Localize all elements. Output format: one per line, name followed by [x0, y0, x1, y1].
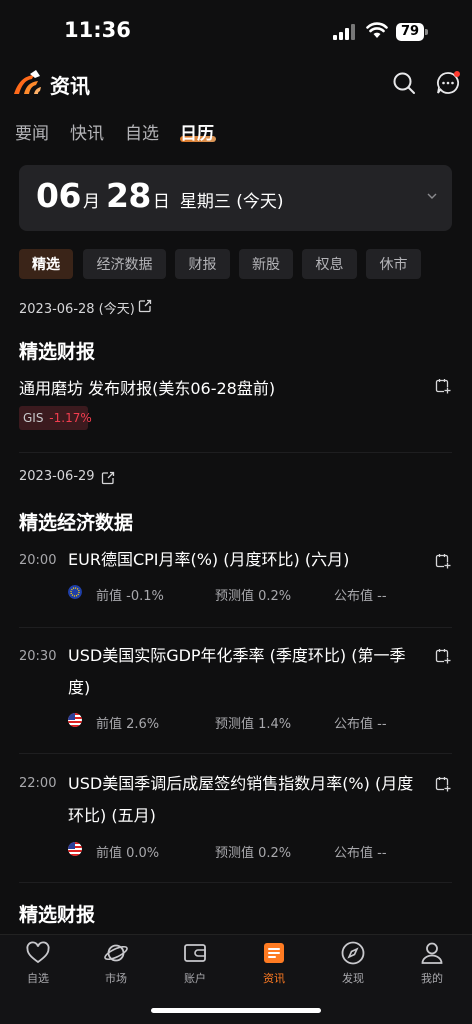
filter-chip-dividends[interactable]: 权息 [302, 249, 357, 279]
add-to-calendar-icon[interactable] [435, 776, 451, 792]
news-icon [264, 943, 284, 963]
user-icon [421, 942, 443, 964]
battery-icon: 79 [396, 23, 428, 41]
filter-chip-featured[interactable]: 精选 [19, 249, 73, 279]
nav-item-news[interactable]: 资讯 [244, 940, 304, 986]
stock-ticker: GIS [23, 411, 44, 425]
message-icon[interactable] [435, 70, 461, 96]
previous-value: 前值 -0.1% [96, 589, 164, 604]
earnings-event-title[interactable]: 通用磨坊 发布财报(美东06-28盘前) [19, 375, 275, 399]
nav-item-me[interactable]: 我的 [402, 940, 462, 986]
previous-value: 前值 0.0% [96, 846, 160, 861]
nav-item-market[interactable]: 市场 [86, 940, 146, 986]
nav-label: 发现 [342, 972, 364, 985]
compass-icon [341, 941, 365, 965]
day-unit: 日 [152, 192, 170, 212]
section-title-earnings: 精选财报 [19, 904, 96, 926]
share-icon[interactable] [101, 471, 115, 485]
us-flag-icon [68, 842, 82, 856]
forecast-value: 预测值 0.2% [215, 589, 292, 604]
battery-level: 79 [396, 23, 424, 41]
nav-label: 资讯 [263, 972, 285, 985]
add-to-calendar-icon[interactable] [435, 378, 451, 394]
nav-label: 我的 [421, 972, 443, 985]
actual-value: 公布值 -- [334, 846, 387, 861]
row-divider [19, 753, 452, 754]
section-title-economic-data: 精选经济数据 [19, 512, 134, 534]
actual-value: 公布值 -- [334, 589, 387, 604]
filter-chip-holidays[interactable]: 休市 [366, 249, 421, 279]
date-header: 2023-06-29 [19, 469, 95, 484]
stock-change-percent: -1.17% [49, 411, 92, 425]
day-number: 28 [105, 176, 151, 215]
cellular-signal-icon [333, 24, 355, 40]
month-unit: 月 [82, 192, 100, 212]
app-logo-icon [14, 70, 41, 94]
nav-item-account[interactable]: 账户 [165, 940, 225, 986]
planet-icon [104, 944, 128, 962]
home-indicator[interactable] [151, 1008, 321, 1013]
tab-calendar[interactable]: 日历 [180, 119, 214, 144]
nav-label: 自选 [27, 972, 49, 985]
section-title-earnings: 精选财报 [19, 341, 96, 363]
month-number: 06 [36, 176, 81, 215]
wifi-icon [366, 22, 388, 38]
actual-value: 公布值 -- [334, 717, 387, 732]
heart-icon [26, 941, 50, 964]
add-to-calendar-icon[interactable] [435, 648, 451, 664]
eu-flag-icon [68, 585, 82, 599]
event-time: 20:30 [19, 649, 57, 664]
share-icon[interactable] [138, 299, 152, 313]
date-header: 2023-06-28 (今天) [19, 302, 135, 317]
event-title[interactable]: USD美国季调后成屋签约销售指数月率(%) (月度环比) (五月) [68, 768, 418, 832]
add-to-calendar-icon[interactable] [435, 553, 451, 569]
nav-item-discover[interactable]: 发现 [323, 940, 383, 986]
tab-flash[interactable]: 快讯 [70, 119, 104, 144]
wallet-icon [184, 944, 206, 962]
page-title: 资讯 [50, 74, 90, 98]
filter-chip-earnings[interactable]: 财报 [175, 249, 230, 279]
tab-watchlist[interactable]: 自选 [125, 119, 159, 144]
filter-chip-economic-data[interactable]: 经济数据 [83, 249, 166, 279]
us-flag-icon [68, 713, 82, 727]
row-divider [19, 882, 452, 883]
filter-chip-ipo[interactable]: 新股 [239, 249, 293, 279]
previous-value: 前值 2.6% [96, 717, 160, 732]
selected-date: 06 月 28 日 星期三 (今天) [36, 176, 284, 215]
nav-label: 市场 [105, 972, 127, 985]
status-time: 11:36 [64, 18, 131, 42]
chevron-down-icon[interactable] [427, 193, 437, 200]
weekday-label: 星期三 (今天) [179, 192, 284, 212]
event-time: 20:00 [19, 553, 57, 568]
event-title[interactable]: EUR德国CPI月率(%) (月度环比) (六月) [68, 544, 418, 576]
section-divider [19, 452, 452, 453]
stock-change-badge[interactable]: GIS -1.17% [19, 406, 92, 430]
nav-label: 账户 [184, 972, 206, 985]
search-icon[interactable] [392, 71, 416, 95]
forecast-value: 预测值 1.4% [215, 717, 292, 732]
forecast-value: 预测值 0.2% [215, 846, 292, 861]
tab-headlines[interactable]: 要闻 [15, 119, 49, 144]
nav-item-watchlist[interactable]: 自选 [8, 940, 68, 986]
event-title[interactable]: USD美国实际GDP年化季率 (季度环比) (第一季度) [68, 640, 418, 704]
event-time: 22:00 [19, 776, 57, 791]
row-divider [19, 627, 452, 628]
